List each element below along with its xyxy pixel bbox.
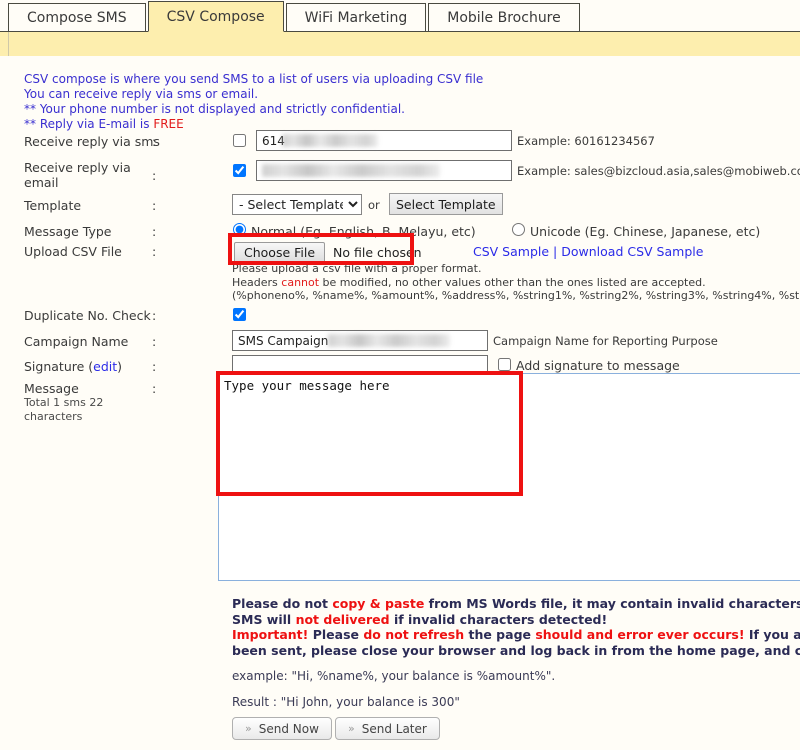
csv-note-line-2: Headers cannot be modified, no other val…: [232, 276, 800, 290]
send-later-label: Send Later: [361, 721, 427, 736]
colon-template: :: [152, 198, 157, 213]
label-message-type-normal: Normal (Eg. English, B. Melayu, etc): [251, 224, 476, 239]
label-receive-reply-sms: Receive reply via sms: [24, 134, 160, 149]
label-signature-suffix: ): [117, 359, 123, 374]
example-reply-email: Example: sales@bizcloud.asia,sales@mobiw…: [517, 164, 800, 178]
hint-campaign-name: Campaign Name for Reporting Purpose: [493, 334, 718, 348]
warning-2a: SMS will: [232, 611, 296, 627]
tab-wifi-marketing[interactable]: WiFi Marketing: [285, 3, 427, 32]
message-textarea[interactable]: [218, 373, 800, 581]
input-reply-email-address[interactable]: [256, 160, 512, 181]
tab-mobile-brochure[interactable]: Mobile Brochure: [428, 3, 580, 32]
warning-block: Please do not copy & paste from MS Words…: [232, 596, 800, 658]
colon-signature: :: [152, 359, 157, 374]
csv-sample-links: CSV Sample | Download CSV Sample: [473, 244, 703, 259]
csv-note-line-3: (%phoneno%, %name%, %amount%, %address%,…: [232, 289, 800, 302]
tab-csv-compose[interactable]: CSV Compose: [147, 1, 284, 32]
file-input-csv[interactable]: Choose File No file chosen: [234, 240, 422, 264]
label-message-title: Message: [24, 381, 79, 396]
csv-note-line-2a: Headers: [232, 275, 282, 289]
checkbox-receive-reply-email[interactable]: [233, 164, 246, 177]
tab-list: Compose SMS CSV Compose WiFi Marketing M…: [8, 1, 582, 32]
intro-line-2: You can receive reply via sms or email.: [24, 87, 259, 101]
checkbox-receive-reply-sms[interactable]: [233, 134, 246, 147]
tab-compose-sms[interactable]: Compose SMS: [8, 3, 146, 32]
label-duplicate-no-check: Duplicate No. Check: [24, 308, 151, 323]
input-reply-sms-number[interactable]: [256, 130, 512, 151]
colon-upload-csv-file: :: [152, 244, 157, 259]
signature-edit-link[interactable]: edit: [93, 359, 117, 374]
label-campaign-name: Campaign Name: [24, 334, 129, 349]
tab-bar-accent-band: [0, 32, 800, 56]
colon-message-type: :: [152, 224, 157, 239]
radio-message-type-normal[interactable]: [233, 223, 246, 236]
input-campaign-name[interactable]: [232, 330, 488, 351]
label-message-type-unicode: Unicode (Eg. Chinese, Japanese, etc): [530, 224, 761, 239]
warning-3c: If you are wondering wh: [748, 627, 800, 642]
label-receive-reply-email-line1: Receive reply via: [24, 160, 131, 175]
warning-line-1: Please do not copy & paste from MS Words…: [232, 596, 800, 612]
intro-text: CSV compose is where you send SMS to a l…: [24, 72, 483, 132]
select-template-button[interactable]: Select Template: [389, 193, 503, 215]
select-template[interactable]: - Select Template -: [232, 194, 362, 215]
label-receive-reply-email: Receive reply via email: [24, 160, 131, 190]
csv-format-notes: Please upload a csv file with a proper f…: [232, 262, 800, 303]
warning-1b: from MS Words file, it may contain inval…: [424, 596, 800, 611]
csv-sample-link[interactable]: CSV Sample: [473, 244, 549, 259]
chevron-right-icon-2: »: [348, 722, 355, 735]
label-signature-prefix: Signature (: [24, 359, 94, 374]
warning-line-2: SMS will not delivered if invalid charac…: [232, 612, 800, 628]
label-message: Message Total 1 sms 22 characters: [24, 381, 103, 424]
csv-note-line-1: Please upload a csv file with a proper f…: [232, 262, 482, 275]
checkbox-add-signature[interactable]: [498, 358, 511, 371]
csv-links-separator: |: [553, 244, 558, 259]
warning-error-occurs: should and error ever occurs!: [535, 627, 745, 642]
warning-important: Important!: [232, 627, 309, 642]
colon-message: :: [152, 381, 157, 396]
example-reply-sms: Example: 60161234567: [517, 134, 655, 148]
checkbox-duplicate-no-check[interactable]: [233, 308, 246, 321]
warning-not-delivered: not delivered: [295, 611, 390, 627]
label-receive-reply-email-line2: email: [24, 175, 59, 190]
warning-3b: the page: [464, 627, 536, 642]
chosen-file-name: No file chosen: [333, 244, 422, 260]
label-add-signature: Add signature to message: [516, 358, 680, 373]
intro-line-1: CSV compose is where you send SMS to a l…: [24, 72, 484, 86]
send-later-button[interactable]: » Send Later: [335, 717, 440, 740]
chevron-right-icon: »: [245, 722, 252, 735]
warning-1a: Please do not: [232, 596, 333, 611]
send-now-button[interactable]: » Send Now: [232, 717, 332, 740]
footer-example: example: "Hi, %name%, your balance is %a…: [232, 669, 556, 683]
radio-message-type-unicode[interactable]: [512, 223, 525, 236]
colon-receive-reply-sms: :: [152, 134, 157, 149]
message-counter-line-2: characters: [24, 410, 83, 423]
template-or-text: or: [368, 198, 380, 212]
intro-free-badge: FREE: [153, 117, 184, 131]
warning-2b: if invalid characters detected!: [389, 611, 608, 627]
download-csv-sample-link[interactable]: Download CSV Sample: [561, 244, 703, 259]
warning-line-4: been sent, please close your browser and…: [232, 642, 800, 658]
csv-note-line-2b: be modified, no other values other than …: [319, 275, 706, 289]
colon-receive-reply-email: :: [152, 168, 157, 183]
label-upload-csv-file: Upload CSV File: [24, 244, 122, 259]
send-now-label: Send Now: [258, 721, 319, 736]
choose-file-button[interactable]: Choose File: [234, 241, 326, 263]
warning-line-3: Important! Please do not refresh the pag…: [232, 627, 800, 643]
label-template: Template: [24, 198, 82, 213]
label-signature: Signature (edit): [24, 359, 122, 374]
colon-campaign-name: :: [152, 334, 157, 349]
intro-line-3: ** Your phone number is not displayed an…: [24, 102, 405, 116]
footer-result: Result : "Hi John, your balance is 300": [232, 695, 460, 709]
label-message-type: Message Type: [24, 224, 112, 239]
csv-note-cannot: cannot: [281, 275, 320, 289]
warning-do-not-refresh: do not refresh: [363, 627, 465, 642]
message-counter-line-1: Total 1 sms 22: [24, 396, 104, 409]
warning-3a: Please: [308, 627, 364, 642]
tab-bar: Compose SMS CSV Compose WiFi Marketing M…: [0, 0, 800, 32]
intro-line-4-prefix: ** Reply via E-mail is: [24, 117, 154, 131]
colon-duplicate-no-check: :: [152, 308, 157, 323]
warning-copy-paste: copy & paste: [332, 596, 425, 611]
